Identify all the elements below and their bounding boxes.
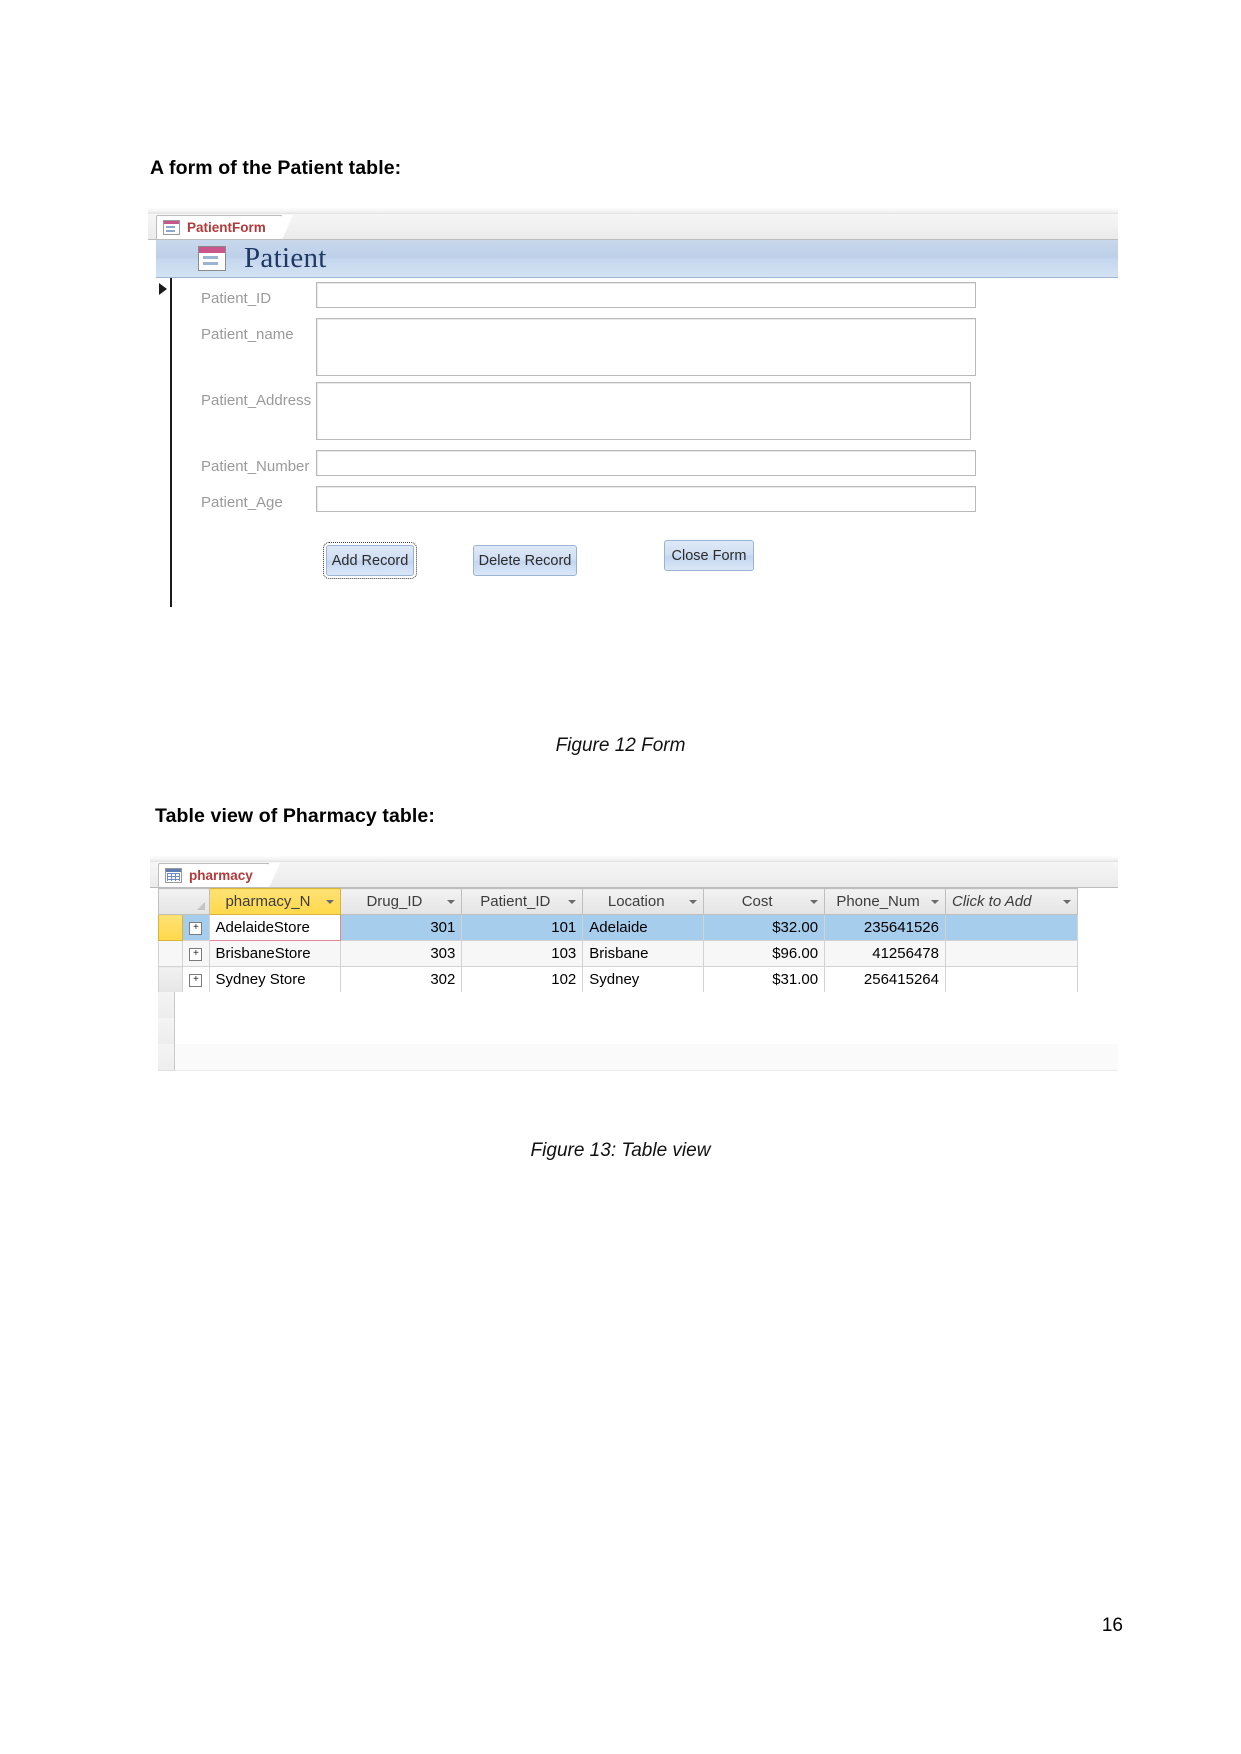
current-record-arrow-icon [159, 283, 167, 295]
chevron-down-icon[interactable] [568, 899, 577, 904]
form-header-form-icon [198, 246, 226, 271]
column-header-label: Cost [741, 893, 773, 910]
cell-cost[interactable]: $32.00 [703, 914, 826, 941]
table-row[interactable]: + BrisbaneStore 303 103 Brisbane $96.00 … [158, 940, 1079, 967]
cell-pharmacy-name[interactable]: Sydney Store [208, 966, 342, 993]
label-patient-name: Patient_name [201, 326, 294, 343]
plus-icon: + [189, 947, 203, 961]
input-patient-number[interactable] [316, 450, 976, 476]
cell-location[interactable]: Brisbane [582, 940, 705, 967]
cell-patient-id[interactable]: 101 [461, 914, 584, 941]
datasheet-tab-strip: pharmacy [150, 862, 1118, 888]
datasheet-blank-band [174, 1044, 1118, 1071]
datasheet-gutter-band [158, 1018, 175, 1045]
column-header-patient-id[interactable]: Patient_ID [461, 888, 584, 915]
input-patient-age[interactable] [316, 486, 976, 512]
row-selector[interactable] [158, 966, 184, 993]
chevron-down-icon[interactable] [810, 899, 819, 904]
close-form-button[interactable]: Close Form [664, 540, 754, 571]
datasheet-header-row: pharmacy_N Drug_ID Patient_ID Location C… [158, 888, 1079, 915]
table-row[interactable]: + AdelaideStore 301 101 Adelaide $32.00 … [158, 914, 1079, 941]
cell-cost[interactable]: $31.00 [703, 966, 826, 993]
add-record-button[interactable]: Add Record [323, 542, 417, 579]
document-tab-patientform[interactable]: PatientForm [156, 215, 293, 240]
form-section-heading: A form of the Patient table: [150, 157, 402, 179]
page-number: 16 [1101, 1615, 1123, 1636]
chevron-down-icon[interactable] [447, 899, 456, 904]
form-header-band: Patient [156, 240, 1118, 278]
input-patient-name[interactable] [316, 318, 976, 376]
cell-phone-num[interactable]: 41256478 [824, 940, 946, 967]
table-section-heading: Table view of Pharmacy table: [155, 805, 435, 827]
datasheet-view: pharmacy_N Drug_ID Patient_ID Location C… [158, 888, 1118, 1098]
column-header-location[interactable]: Location [582, 888, 705, 915]
cell-location[interactable]: Adelaide [582, 914, 705, 941]
figure-12-caption: Figure 12 Form [555, 735, 686, 756]
column-header-label: pharmacy_N [225, 893, 311, 910]
label-patient-id: Patient_ID [201, 290, 272, 307]
row-selector[interactable] [158, 914, 184, 941]
datasheet-blank-band [174, 992, 1118, 1019]
cell-drug-id[interactable]: 303 [340, 940, 463, 967]
form-object-icon [163, 220, 180, 235]
select-all-corner[interactable] [158, 888, 210, 915]
chevron-down-icon[interactable] [326, 899, 335, 904]
column-header-phone-num[interactable]: Phone_Num [824, 888, 946, 915]
column-header-label: Drug_ID [366, 893, 423, 910]
column-header-drug-id[interactable]: Drug_ID [340, 888, 463, 915]
figure-13-caption: Figure 13: Table view [530, 1140, 711, 1161]
form-detail-section: Patient_ID Patient_name Patient_Address … [156, 278, 1118, 657]
datasheet-gutter-band [158, 992, 175, 1019]
column-header-label: Location [607, 893, 665, 910]
input-patient-address[interactable] [316, 382, 971, 440]
label-patient-address: Patient_Address [201, 392, 312, 409]
plus-icon: + [189, 973, 203, 987]
cell-click-to-add[interactable] [944, 914, 1079, 941]
column-header-pharmacy-name[interactable]: pharmacy_N [208, 888, 342, 915]
cell-drug-id[interactable]: 302 [340, 966, 463, 993]
column-header-cost[interactable]: Cost [703, 888, 826, 915]
column-header-label: Patient_ID [480, 893, 551, 910]
record-selector-bar[interactable] [156, 278, 172, 607]
chevron-down-icon[interactable] [1063, 899, 1071, 904]
document-tab-label: PatientForm [187, 220, 266, 235]
delete-record-button[interactable]: Delete Record [473, 545, 577, 576]
access-datasheet-screenshot: pharmacy pharmacy_N Drug_ID Patient_ID L… [150, 855, 1118, 1098]
column-header-label: Phone_Num [836, 893, 920, 910]
cell-click-to-add[interactable] [944, 940, 1079, 967]
datasheet-blank-band [174, 1018, 1118, 1045]
expand-subdatasheet-toggle[interactable]: + [182, 914, 210, 941]
document-tab-pharmacy[interactable]: pharmacy [158, 863, 280, 888]
form-tab-strip: PatientForm [148, 214, 1118, 240]
chevron-down-icon[interactable] [689, 899, 698, 904]
cell-phone-num[interactable]: 235641526 [824, 914, 946, 941]
cell-drug-id[interactable]: 301 [340, 914, 463, 941]
input-patient-id[interactable] [316, 282, 976, 308]
form-title: Patient [244, 242, 327, 274]
cell-click-to-add[interactable] [944, 966, 1079, 993]
label-patient-age: Patient_Age [201, 494, 283, 511]
column-header-label: Click to Add [951, 893, 1032, 910]
cell-pharmacy-name[interactable]: AdelaideStore [208, 914, 342, 941]
cell-pharmacy-name[interactable]: BrisbaneStore [208, 940, 342, 967]
access-form-screenshot: PatientForm Patient Patient_ID Patient_n… [148, 207, 1118, 657]
table-row[interactable]: + Sydney Store 302 102 Sydney $31.00 256… [158, 966, 1079, 993]
table-object-icon [165, 868, 182, 883]
expand-subdatasheet-toggle[interactable]: + [182, 940, 210, 967]
cell-patient-id[interactable]: 102 [461, 966, 584, 993]
row-selector[interactable] [158, 940, 184, 967]
column-header-click-to-add[interactable]: Click to Add [944, 888, 1079, 915]
cell-location[interactable]: Sydney [582, 966, 705, 993]
expand-subdatasheet-toggle[interactable]: + [182, 966, 210, 993]
document-tab-label: pharmacy [189, 868, 253, 883]
cell-patient-id[interactable]: 103 [461, 940, 584, 967]
plus-icon: + [189, 921, 203, 935]
chevron-down-icon[interactable] [930, 899, 939, 904]
cell-phone-num[interactable]: 256415264 [824, 966, 946, 993]
cell-cost[interactable]: $96.00 [703, 940, 826, 967]
label-patient-number: Patient_Number [201, 458, 310, 475]
datasheet-gutter-band [158, 1044, 175, 1071]
